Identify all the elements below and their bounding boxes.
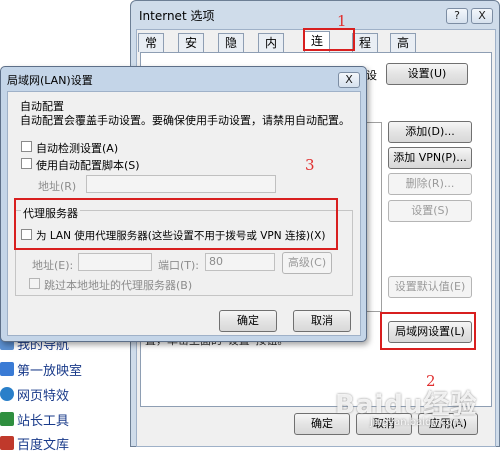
tab-advanced[interactable]: 高级 <box>390 33 417 68</box>
dialog-title: 局域网(LAN)设置 <box>7 74 93 87</box>
window-title: Internet 选项 <box>139 9 215 23</box>
setup-button[interactable]: 设置(U) <box>386 63 468 85</box>
proxy-heading: 代理服务器 <box>21 205 80 221</box>
add-vpn-button[interactable]: 添加 VPN(P)... <box>388 147 472 169</box>
auto-detect-checkbox[interactable] <box>21 141 32 152</box>
proxy-port-input[interactable]: 80 <box>205 253 275 271</box>
bypass-local-checkbox[interactable] <box>29 278 40 289</box>
setup-text-fragment: 设 <box>366 69 377 82</box>
use-proxy-checkbox[interactable] <box>21 229 32 240</box>
site-icon <box>0 412 14 426</box>
dialup-list[interactable] <box>366 122 382 312</box>
tab-privacy[interactable]: 隐私 <box>218 33 245 68</box>
use-script-checkbox[interactable] <box>21 158 32 169</box>
favorite-link[interactable]: 站长工具 <box>0 409 69 429</box>
add-button[interactable]: 添加(D)... <box>388 121 472 143</box>
favorite-label: 网页特效 <box>17 388 70 404</box>
close-icon[interactable]: X <box>338 72 360 88</box>
tab-programs[interactable]: 程序 <box>352 33 379 68</box>
proxy-address-input[interactable] <box>78 253 152 271</box>
help-button[interactable]: ? <box>446 8 468 24</box>
site-icon <box>0 436 14 450</box>
proxy-address-label: 地址(E): <box>32 259 74 272</box>
favorite-link[interactable]: 网页特效 <box>0 384 69 404</box>
bypass-local-label: 跳过本地地址的代理服务器(B) <box>44 279 193 292</box>
favorite-label: 百度文库 <box>17 437 70 453</box>
ie-icon <box>0 387 14 401</box>
annotation-step-3: 3 <box>305 156 315 174</box>
site-icon <box>0 362 14 376</box>
annotation-step-1: 1 <box>337 12 347 30</box>
tab-content[interactable]: 内容 <box>258 33 285 68</box>
proxy-port-label: 端口(T): <box>158 259 200 272</box>
favorite-label: 站长工具 <box>17 413 70 429</box>
baidu-watermark-logo: Baidu经验 <box>335 390 478 420</box>
lan-cancel-button[interactable]: 取消 <box>293 310 351 332</box>
set-default-button[interactable]: 设置默认值(E) <box>388 276 472 298</box>
close-button[interactable]: X <box>471 8 493 24</box>
auto-detect-label: 自动检测设置(A) <box>36 142 119 155</box>
tab-connections[interactable]: 连接 <box>304 31 331 66</box>
favorite-link[interactable]: 第一放映室 <box>0 359 82 379</box>
settings-button[interactable]: 设置(S) <box>388 200 472 222</box>
lan-ok-button[interactable]: 确定 <box>219 310 277 332</box>
remove-button[interactable]: 删除(R)... <box>388 173 472 195</box>
advanced-button[interactable]: 高级(C) <box>282 252 332 274</box>
use-proxy-label: 为 LAN 使用代理服务器(这些设置不用于拨号或 VPN 连接)(X) <box>36 230 326 242</box>
script-address-label: 地址(R) <box>38 180 77 193</box>
lan-settings-button[interactable]: 局域网设置(L) <box>388 321 472 343</box>
auto-config-description: 自动配置会覆盖手动设置。要确保使用手动设置，请禁用自动配置。 <box>20 114 350 127</box>
use-script-label: 使用自动配置脚本(S) <box>36 159 140 172</box>
favorite-link[interactable]: 百度文库 <box>0 433 69 453</box>
baidu-watermark-url: jingyan.baidu.com <box>370 417 463 428</box>
tab-security[interactable]: 安全 <box>178 33 205 68</box>
favorite-label: 第一放映室 <box>17 363 83 379</box>
tab-general[interactable]: 常规 <box>138 33 165 68</box>
script-address-input[interactable] <box>86 175 276 193</box>
